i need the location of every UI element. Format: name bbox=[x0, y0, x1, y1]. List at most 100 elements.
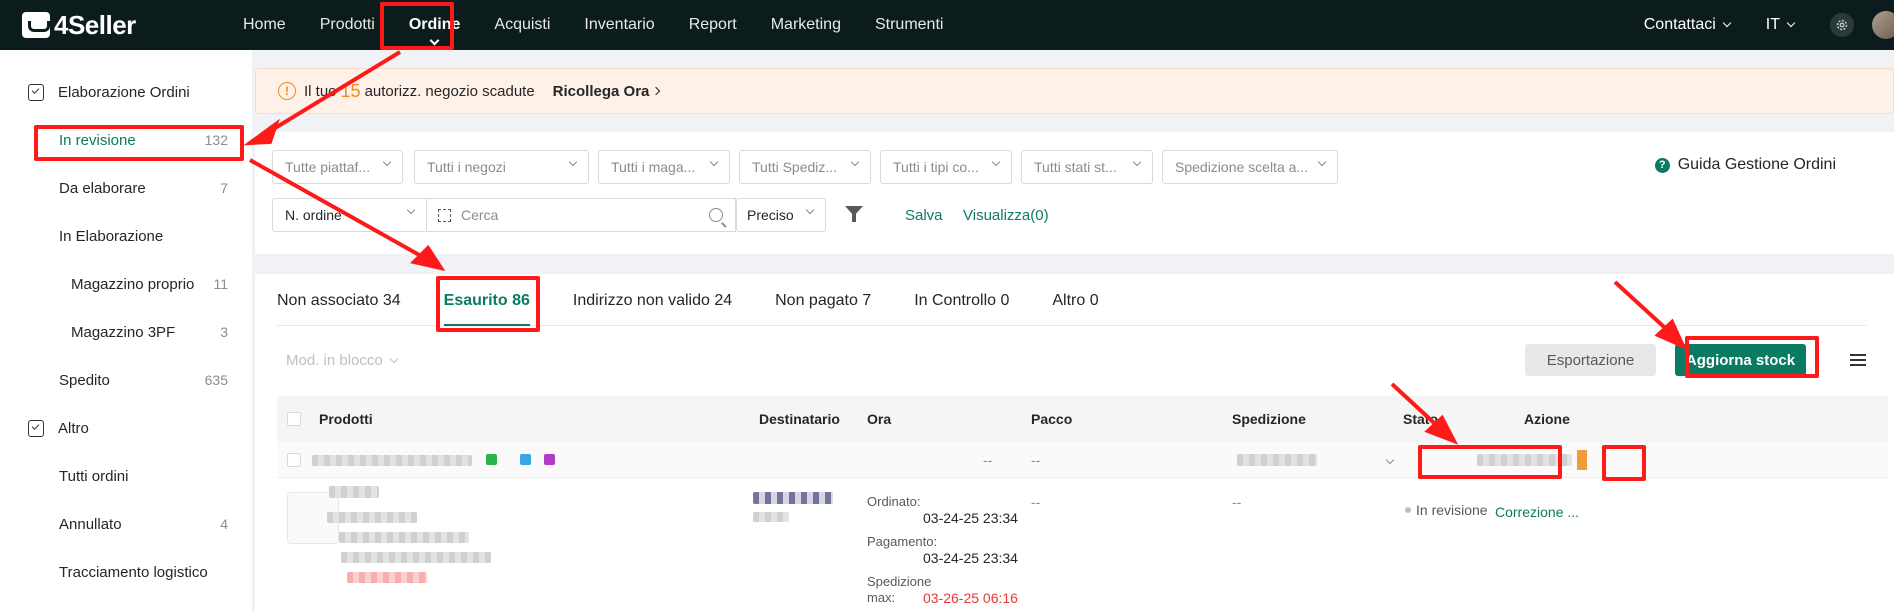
update-stock-button[interactable]: Aggiorna stock bbox=[1675, 344, 1806, 376]
bulk-edit-label: Mod. in blocco bbox=[286, 352, 383, 369]
status-select[interactable]: Tutti stati st... bbox=[1021, 150, 1153, 184]
guide-link[interactable]: ? Guida Gestione Ordini bbox=[1654, 156, 1836, 174]
bag-logo-icon bbox=[22, 12, 50, 38]
sidebar-item-in-revisione[interactable]: In revisione 132 bbox=[0, 116, 252, 164]
paid-value: 03-24-25 23:34 bbox=[923, 550, 1018, 566]
sidebar-item-in-elaborazione[interactable]: In Elaborazione bbox=[0, 212, 252, 260]
search-icon[interactable] bbox=[709, 208, 723, 222]
sidebar-item-tutti-ordini[interactable]: Tutti ordini bbox=[0, 452, 252, 500]
nav-inventario[interactable]: Inventario bbox=[567, 0, 671, 50]
shipping-dropdown-toggle[interactable] bbox=[1385, 450, 1401, 466]
chevron-down-icon bbox=[1385, 455, 1395, 465]
type-select[interactable]: Tutti i tipi co... bbox=[880, 150, 1012, 184]
nav-home[interactable]: Home bbox=[226, 0, 303, 50]
chevron-down-icon bbox=[805, 205, 815, 215]
message-icon[interactable] bbox=[486, 454, 497, 465]
shipping-method-select[interactable] bbox=[1237, 454, 1317, 466]
sidebar-item-label: Magazzino 3PF bbox=[71, 323, 176, 341]
flag-icon[interactable] bbox=[544, 454, 555, 465]
row-checkbox[interactable] bbox=[287, 453, 301, 467]
sidebar-item-spedito[interactable]: Spedito 635 bbox=[0, 356, 252, 404]
nav-report[interactable]: Report bbox=[672, 0, 754, 50]
tab-non-associato[interactable]: Non associato 34 bbox=[277, 274, 401, 325]
col-pacco: Pacco bbox=[1031, 411, 1073, 427]
banner-text-post: autorizz. negozio scadute bbox=[364, 82, 535, 100]
chevron-down-icon bbox=[850, 157, 860, 167]
table-row: Ordinato: 03-24-25 23:34 Pagamento: 03-2… bbox=[277, 478, 1888, 612]
column-settings-icon[interactable] bbox=[1850, 354, 1866, 366]
clipboard-icon bbox=[28, 83, 44, 101]
redacted-product bbox=[327, 512, 417, 523]
settings-button[interactable] bbox=[1830, 13, 1854, 37]
main-nav: Home Prodotti Ordine Acquisti Inventario… bbox=[226, 0, 960, 50]
col-azione: Azione bbox=[1524, 411, 1570, 427]
sidebar-item-magazzino-proprio[interactable]: Magazzino proprio 11 bbox=[0, 260, 252, 308]
nav-strumenti[interactable]: Strumenti bbox=[858, 0, 960, 50]
warehouse-select[interactable]: Tutti i maga... bbox=[598, 150, 730, 184]
bulk-edit-menu[interactable]: Mod. in blocco bbox=[286, 352, 398, 369]
sidebar-item-count: 3 bbox=[220, 324, 228, 340]
group-pacco-value: -- bbox=[1031, 452, 1041, 468]
sidebar-group-elaborazione[interactable]: Elaborazione Ordini bbox=[0, 68, 252, 116]
export-button[interactable]: Esportazione bbox=[1525, 344, 1656, 376]
shipping-select[interactable]: Tutti Spediz... bbox=[739, 150, 871, 184]
select-all-checkbox[interactable] bbox=[287, 412, 301, 426]
tab-esaurito[interactable]: Esaurito 86 bbox=[443, 274, 531, 326]
platform-select[interactable]: Tutte piattaf... bbox=[272, 150, 403, 184]
chevron-down-icon bbox=[406, 205, 416, 215]
chevron-down-icon bbox=[1317, 157, 1327, 167]
store-select[interactable]: Tutti i negozi bbox=[414, 150, 589, 184]
nav-marketing[interactable]: Marketing bbox=[754, 0, 858, 50]
relink-link[interactable]: Ricollega Ora bbox=[552, 82, 661, 100]
view-link[interactable]: Visualizza(0) bbox=[963, 207, 1049, 224]
save-link[interactable]: Salva bbox=[905, 207, 943, 224]
chevron-down-icon bbox=[382, 157, 392, 167]
chevron-down-icon bbox=[1722, 18, 1732, 28]
chosen-shipping-select[interactable]: Spedizione scelta a... bbox=[1162, 150, 1338, 184]
chevron-down-icon bbox=[568, 157, 578, 167]
contact-menu[interactable]: Contattaci bbox=[1644, 16, 1732, 34]
sidebar-group-label: Altro bbox=[58, 419, 89, 437]
sidebar-item-label: In Elaborazione bbox=[59, 227, 164, 245]
status-badge: In revisione bbox=[1405, 502, 1488, 518]
tab-altro[interactable]: Altro 0 bbox=[1052, 274, 1098, 325]
filter-funnel-icon[interactable] bbox=[845, 206, 863, 222]
search-input[interactable]: Cerca bbox=[426, 198, 736, 232]
sidebar-group-altro[interactable]: Altro bbox=[0, 404, 252, 452]
select-value: Tutti i maga... bbox=[611, 159, 696, 175]
nav-ordine[interactable]: Ordine bbox=[392, 0, 478, 50]
sidebar-item-tracciamento[interactable]: Tracciamento logistico bbox=[0, 548, 252, 596]
table-header: Prodotti Destinatario Ora Pacco Spedizio… bbox=[277, 396, 1888, 442]
ship-deadline-value: 03-26-25 06:16 bbox=[923, 590, 1018, 606]
redacted-product bbox=[339, 532, 469, 543]
match-select[interactable]: Preciso bbox=[736, 198, 826, 232]
sidebar-item-magazzino-3pf[interactable]: Magazzino 3PF 3 bbox=[0, 308, 252, 356]
redacted-product bbox=[347, 572, 427, 583]
status-label: In revisione bbox=[1416, 502, 1488, 518]
tab-indirizzo-non-valido[interactable]: Indirizzo non valido 24 bbox=[573, 274, 732, 325]
pacco-value: -- bbox=[1031, 494, 1041, 510]
col-prodotti: Prodotti bbox=[319, 411, 373, 427]
sidebar-item-da-elaborare[interactable]: Da elaborare 7 bbox=[0, 164, 252, 212]
language-menu[interactable]: IT bbox=[1766, 16, 1796, 34]
relink-label: Ricollega Ora bbox=[552, 82, 650, 100]
sidebar-item-count: 7 bbox=[220, 180, 228, 196]
avatar[interactable] bbox=[1872, 11, 1894, 39]
chevron-down-icon bbox=[429, 35, 440, 46]
sidebar-item-label: In revisione bbox=[59, 131, 136, 149]
tab-in-controllo[interactable]: In Controllo 0 bbox=[914, 274, 1009, 325]
sidebar-item-annullato[interactable]: Annullato 4 bbox=[0, 500, 252, 548]
bookmark-icon[interactable] bbox=[520, 454, 531, 465]
status-dot bbox=[1405, 507, 1411, 513]
logo[interactable]: 4Seller bbox=[22, 10, 212, 41]
tab-non-pagato[interactable]: Non pagato 7 bbox=[775, 274, 871, 325]
stock-indicator bbox=[1577, 450, 1587, 470]
nav-prodotti[interactable]: Prodotti bbox=[303, 0, 392, 50]
select-value: Tutti stati st... bbox=[1034, 159, 1117, 175]
field-type-select[interactable]: N. ordine bbox=[272, 198, 427, 232]
nav-ordine-label: Ordine bbox=[408, 16, 461, 33]
nav-acquisti[interactable]: Acquisti bbox=[477, 0, 567, 50]
redacted-product bbox=[329, 486, 379, 498]
correction-link[interactable]: Correzione ... bbox=[1495, 502, 1585, 522]
sidebar-item-count: 4 bbox=[220, 516, 228, 532]
